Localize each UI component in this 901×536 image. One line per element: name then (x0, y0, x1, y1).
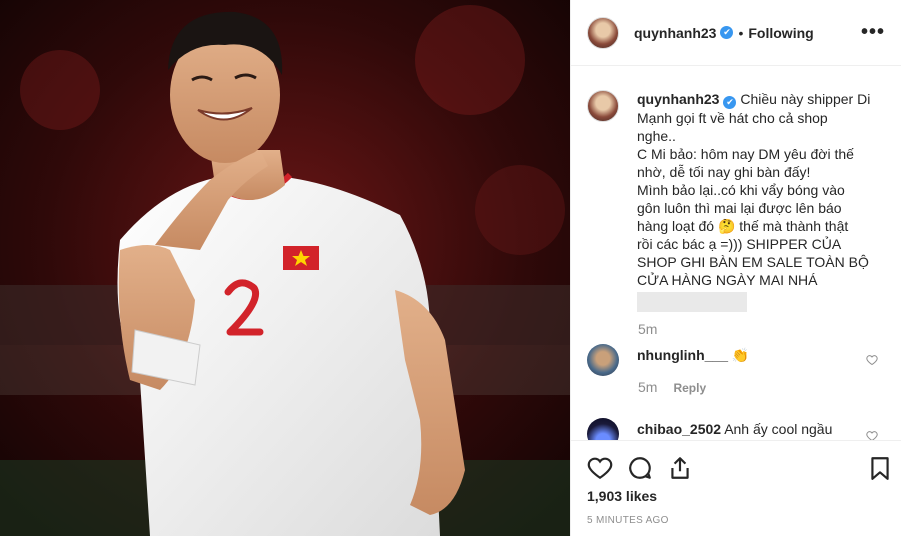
author-avatar[interactable] (587, 16, 619, 49)
heart-icon[interactable] (587, 455, 613, 481)
comment-text: 👏 (731, 347, 750, 363)
heart-icon[interactable] (866, 354, 878, 366)
commenter-avatar[interactable] (587, 418, 619, 440)
caption-line: CỬA HÀNG NGÀY MAI NHÁ (637, 272, 818, 288)
separator-dot: • (738, 24, 744, 41)
commenter-username[interactable]: chibao_2502 (637, 421, 721, 437)
commenter-username[interactable]: nhunglinh___ (637, 347, 728, 363)
comment-text: Anh ấy cool ngầu (724, 421, 833, 437)
heart-icon[interactable] (866, 430, 878, 440)
post-photo[interactable] (0, 0, 570, 536)
caption-line: rồi các bác ạ =))) SHIPPER CỦA (637, 236, 842, 252)
player-photo (0, 0, 570, 536)
caption-line: SHOP GHI BÀN EM SALE TOÀN BỘ (637, 254, 869, 270)
caption-line: C Mi bảo: hôm nay DM yêu đời thế (637, 146, 854, 162)
caption-line: gôn luôn thì mai lại được lên báo (637, 200, 842, 216)
reply-button[interactable]: Reply (673, 381, 706, 395)
caption-avatar[interactable] (587, 90, 619, 122)
comment-icon[interactable] (627, 455, 653, 481)
caption-time: 5m (638, 321, 658, 337)
comment-time: 5m (638, 379, 658, 395)
redacted-block (637, 292, 747, 312)
post-panel: quynhanh23 ✔ • Following ••• quynhanh23 ✔… (570, 0, 901, 536)
caption-text: quynhanh23 ✔ Chiều này shipper Di Mạnh gọ… (637, 90, 877, 316)
commenter-avatar[interactable] (587, 344, 619, 376)
comment-meta: 5m Reply (638, 379, 706, 395)
caption-line: Mình bảo lại..có khi vẩy bóng vào (637, 182, 845, 198)
caption-line: Chiều này shipper Di (740, 91, 871, 107)
following-button[interactable]: Following (748, 25, 813, 41)
caption-line: Mạnh gọi ft về hát cho cả shop (637, 110, 828, 126)
likes-count[interactable]: 1,903 likes (587, 488, 657, 504)
comments-section[interactable]: quynhanh23 ✔ Chiều này shipper Di Mạnh gọ… (571, 66, 901, 440)
post-timestamp: 5 MINUTES AGO (587, 515, 669, 526)
author-username[interactable]: quynhanh23 (634, 25, 716, 41)
more-icon[interactable]: ••• (861, 21, 885, 44)
post-header: quynhanh23 ✔ • Following ••• (571, 0, 901, 66)
bookmark-icon[interactable] (867, 455, 893, 481)
post-actions: 1,903 likes 5 MINUTES AGO (571, 440, 901, 536)
share-icon[interactable] (667, 455, 693, 481)
verified-icon: ✔ (720, 26, 734, 39)
caption-line: nhờ, dễ tối nay ghi bàn đấy! (637, 164, 811, 180)
caption-line: hàng loạt đó 🤔 thế mà thành thật (637, 218, 849, 234)
caption-line: nghe.. (637, 128, 676, 144)
verified-icon: ✔ (723, 96, 737, 109)
caption-username[interactable]: quynhanh23 (637, 91, 719, 107)
